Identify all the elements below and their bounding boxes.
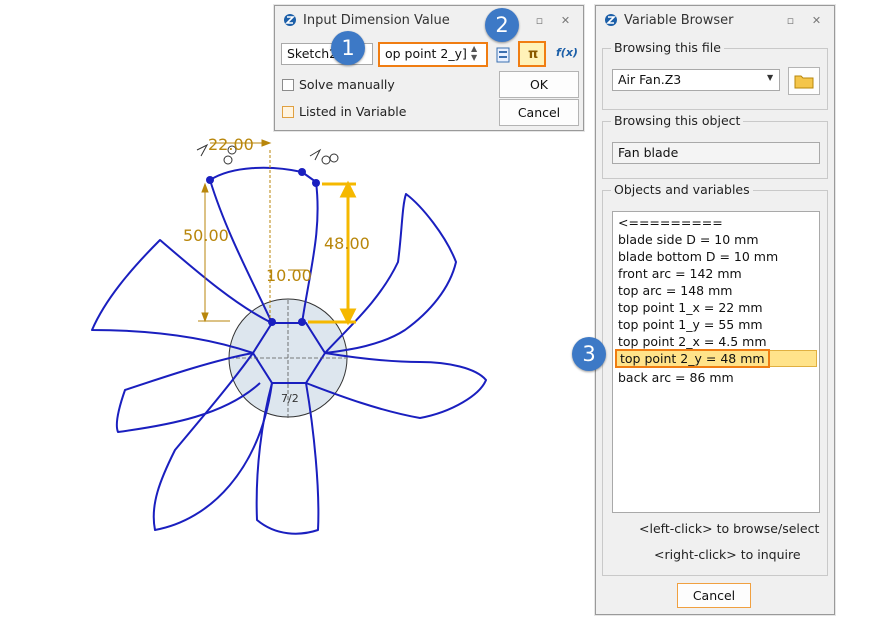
dim-center-text[interactable]: 10.00 (266, 266, 312, 285)
list-item[interactable]: <========= (618, 215, 723, 230)
app-logo-icon (605, 14, 617, 26)
chevron-down-icon[interactable]: ▼ (767, 73, 773, 82)
list-item[interactable]: top point 1_x = 22 mm (618, 300, 763, 315)
pi-icon: π (528, 47, 539, 62)
hint-left-click: <left-click> to browse/select (639, 521, 820, 536)
list-item[interactable]: back arc = 86 mm (618, 370, 734, 385)
spin-arrows-icon[interactable]: ▲ ▼ (471, 44, 477, 62)
browsing-file-label: Browsing this file (611, 40, 724, 55)
dim-height-right-text[interactable]: 48.00 (324, 234, 370, 253)
browsing-object-label: Browsing this object (611, 113, 744, 128)
step-badge-3: 3 (572, 337, 606, 371)
objects-variables-label: Objects and variables (611, 182, 753, 197)
list-item[interactable]: front arc = 142 mm (618, 266, 742, 281)
hint-right-click: <right-click> to inquire (654, 547, 801, 562)
browsing-object-group: Browsing this object Fan blade (602, 113, 828, 179)
dim-width-text[interactable]: 22.00 (208, 135, 254, 154)
step-badge-2: 2 (485, 8, 519, 42)
browser-cancel-button[interactable]: Cancel (677, 583, 751, 608)
variable-browser-dialog: Variable Browser ▫ ✕ Browsing this file … (595, 5, 835, 615)
list-item[interactable]: top point 1_y = 55 mm (618, 317, 763, 332)
solve-manually-label: Solve manually (299, 77, 395, 92)
input-dialog-titlebar[interactable]: Input Dimension Value ▫ ✕ (275, 6, 583, 36)
input-dimension-dialog: Input Dimension Value ▫ ✕ Sketch2_ = op … (274, 5, 584, 131)
close-icon[interactable]: ✕ (810, 14, 823, 27)
close-icon[interactable]: ✕ (559, 14, 572, 27)
variable-browser-title: Variable Browser (624, 13, 734, 28)
objects-variables-group: Objects and variables <========= blade s… (602, 182, 828, 576)
folder-icon (794, 75, 814, 89)
list-item-selected[interactable]: top point 2_y = 48 mm (615, 349, 770, 368)
ok-button[interactable]: OK (499, 71, 579, 98)
pi-button[interactable]: π (518, 41, 546, 67)
help-icon[interactable]: ▫ (784, 14, 797, 27)
file-select[interactable]: Air Fan.Z3 (612, 69, 780, 91)
blade-upper-right (324, 193, 457, 354)
solve-manually-checkbox[interactable] (282, 79, 294, 91)
cancel-button[interactable]: Cancel (499, 99, 579, 126)
browsing-file-group: Browsing this file Air Fan.Z3 ▼ (602, 40, 828, 110)
open-folder-button[interactable] (788, 67, 820, 95)
list-item[interactable]: blade side D = 10 mm (618, 232, 759, 247)
object-field[interactable]: Fan blade (612, 142, 820, 164)
variables-list[interactable]: <========= blade side D = 10 mm blade bo… (612, 211, 820, 513)
list-item[interactable]: top point 2_x = 4.5 mm (618, 334, 767, 349)
hub-label: 7/2 (281, 392, 299, 405)
variable-browser-titlebar[interactable]: Variable Browser ▫ ✕ (596, 6, 834, 36)
app-logo-icon (284, 14, 296, 26)
dim-height-left-text[interactable]: 50.00 (183, 226, 229, 245)
listed-in-variable-checkbox[interactable] (282, 106, 294, 118)
function-icon[interactable]: f(x) (556, 46, 578, 59)
calculator-icon[interactable] (495, 46, 511, 64)
list-item[interactable]: blade bottom D = 10 mm (618, 249, 778, 264)
listed-in-variable-label: Listed in Variable (299, 104, 407, 119)
list-item[interactable]: top arc = 148 mm (618, 283, 732, 298)
step-badge-1: 1 (331, 31, 365, 65)
help-icon[interactable]: ▫ (533, 14, 546, 27)
input-dialog-title: Input Dimension Value (303, 13, 450, 28)
blade-top (209, 166, 319, 324)
